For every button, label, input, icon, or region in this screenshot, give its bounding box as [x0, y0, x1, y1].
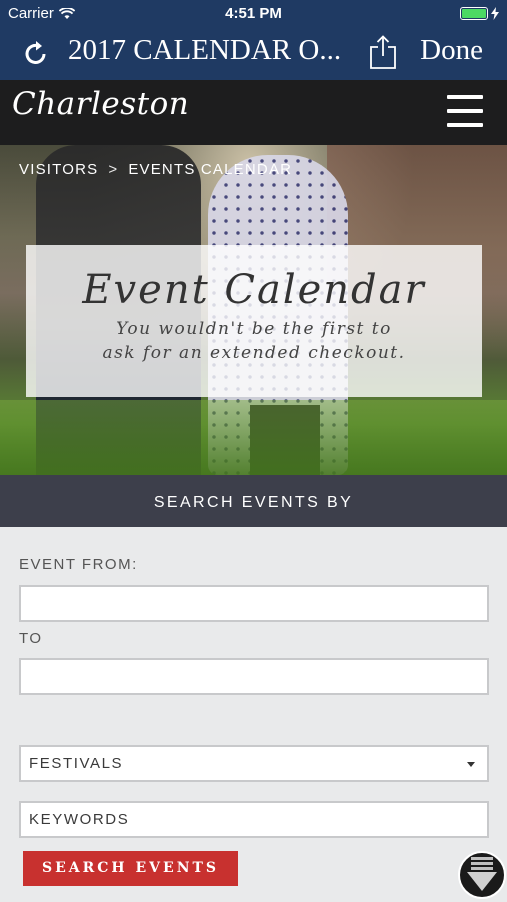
battery-icon: [460, 7, 488, 20]
event-from-label: EVENT FROM:: [19, 556, 138, 573]
menu-line: [447, 123, 483, 127]
refresh-icon[interactable]: [20, 38, 52, 70]
menu-line: [447, 109, 483, 113]
menu-line: [447, 95, 483, 99]
clock: 4:51 PM: [225, 5, 282, 22]
site-header: Charleston: [0, 80, 507, 145]
hamburger-menu-icon[interactable]: [447, 95, 483, 127]
breadcrumb-separator: >: [108, 161, 119, 178]
to-label: TO: [19, 630, 43, 647]
arrow-down-icon: [467, 857, 497, 891]
keywords-placeholder: KEYWORDS: [29, 811, 130, 828]
breadcrumb-events-calendar[interactable]: EVENTS CALENDAR: [128, 161, 292, 178]
hero-title: Event Calendar: [82, 267, 426, 313]
status-bar: Carrier 4:51 PM: [0, 0, 507, 28]
breadcrumb-visitors[interactable]: VISITORS: [19, 161, 98, 178]
search-events-band: SEARCH EVENTS BY: [0, 475, 507, 540]
browser-nav-bar: 2017 CALENDAR O... Done: [0, 28, 507, 80]
battery-indicator: [460, 7, 499, 20]
category-select[interactable]: FESTIVALS: [19, 745, 489, 782]
event-from-input[interactable]: [19, 585, 489, 622]
event-search-form: EVENT FROM: TO FESTIVALS KEYWORDS SEARCH…: [0, 527, 507, 900]
category-selected-value: FESTIVALS: [29, 755, 124, 772]
battery-fill: [462, 9, 486, 18]
share-icon[interactable]: [369, 34, 397, 70]
page-title: 2017 CALENDAR O...: [68, 34, 342, 66]
hero-card: Event Calendar You wouldn't be the first…: [26, 245, 482, 397]
hero-subtitle-line1: You wouldn't be the first to: [116, 319, 392, 339]
hero-grass: [0, 400, 507, 475]
hero-banner: VISITORS > EVENTS CALENDAR Event Calenda…: [0, 145, 507, 475]
dropdown-caret-icon: [467, 762, 475, 767]
keywords-input[interactable]: KEYWORDS: [19, 801, 489, 838]
search-events-heading: SEARCH EVENTS BY: [153, 494, 354, 511]
scroll-down-button[interactable]: [458, 851, 506, 899]
event-to-input[interactable]: [19, 658, 489, 695]
hero-subtitle-line2: ask for an extended checkout.: [102, 343, 406, 363]
done-button[interactable]: Done: [420, 34, 483, 67]
charleston-logo[interactable]: Charleston: [12, 86, 189, 122]
search-events-button[interactable]: SEARCH EVENTS: [23, 851, 238, 886]
breadcrumb: VISITORS > EVENTS CALENDAR: [19, 161, 292, 178]
charging-bolt-icon: [491, 7, 499, 20]
hero-subtitle: You wouldn't be the first to ask for an …: [26, 317, 482, 365]
